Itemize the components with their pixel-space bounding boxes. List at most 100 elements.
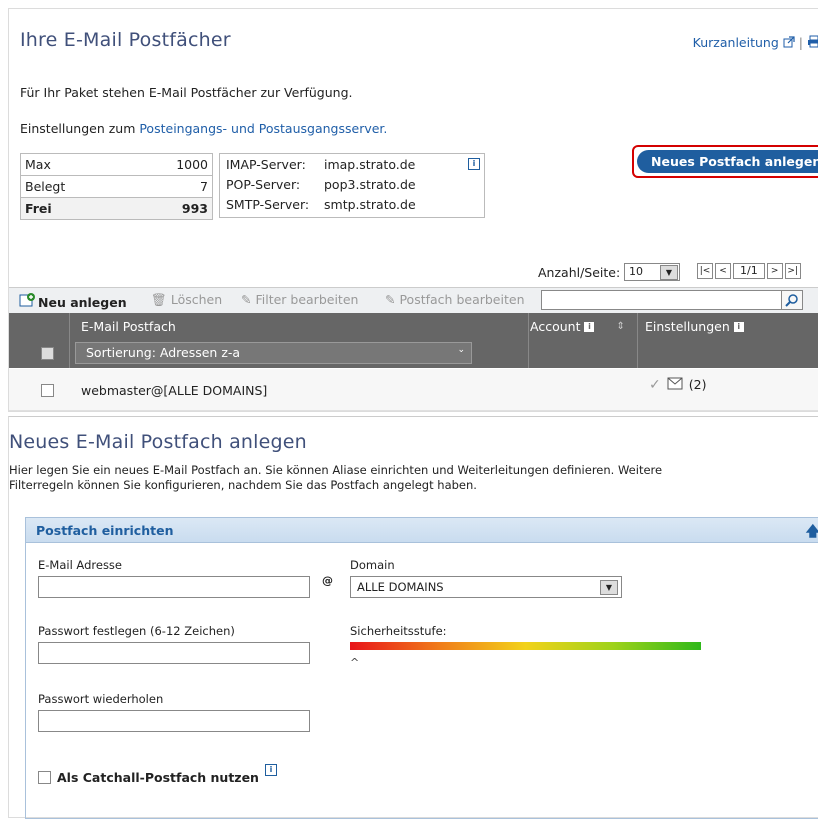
quota-row-free: Frei 993 xyxy=(19,197,213,220)
column-divider xyxy=(637,313,638,368)
page-info: 1/1 xyxy=(733,263,765,279)
column-settings[interactable]: Einstellungen i xyxy=(645,319,744,334)
row-settings-count: (2) xyxy=(688,377,707,392)
password-label: Passwort festlegen (6-12 Zeichen) xyxy=(38,624,235,638)
grid-search-input[interactable] xyxy=(541,290,783,310)
row-checkbox[interactable] xyxy=(41,382,54,401)
at-sign: @ xyxy=(322,574,333,587)
form-intro-line: Filterregeln können Sie konfigurieren, n… xyxy=(9,478,477,492)
server-value: imap.strato.de xyxy=(324,157,416,172)
prev-page-icon[interactable]: < xyxy=(715,263,731,279)
server-label: IMAP-Server: xyxy=(226,157,306,172)
info-icon[interactable]: i xyxy=(468,158,480,170)
next-page-icon[interactable]: > xyxy=(766,263,783,279)
quota-value: 1000 xyxy=(125,153,213,176)
server-settings-text: Einstellungen zum Posteingangs- und Post… xyxy=(20,121,387,136)
last-page-icon[interactable]: >| xyxy=(784,263,801,279)
per-page-label: Anzahl/Seite: xyxy=(538,265,621,280)
help-links: Kurzanleitung | xyxy=(693,33,818,52)
repeat-password-field[interactable] xyxy=(38,710,310,732)
per-page-value: 10 xyxy=(629,265,643,278)
column-settings-label: Einstellungen xyxy=(645,319,730,334)
pager: |< < 1/1 > >| xyxy=(697,263,801,279)
sort-select[interactable]: Sortierung: Adressen z-a ⌄ xyxy=(75,342,472,364)
quota-table: Max 1000 Belegt 7 Frei 993 xyxy=(19,153,213,220)
print-icon[interactable] xyxy=(807,33,818,52)
mail-forward-icon[interactable] xyxy=(667,375,683,394)
checkmark-icon: ✓ xyxy=(649,376,661,393)
chevron-down-icon: ⌄ xyxy=(457,345,465,355)
per-page-select[interactable]: 10 ▼ xyxy=(624,263,680,281)
new-entry-label: Neu anlegen xyxy=(38,294,127,310)
section-header[interactable]: Postfach einrichten 🡅 xyxy=(25,517,818,543)
search-icon[interactable] xyxy=(781,290,803,310)
table-row[interactable]: webmaster@[ALLE DOMAINS] ✓ (2) xyxy=(9,369,818,411)
divider: | xyxy=(798,35,803,50)
select-all-checkbox[interactable] xyxy=(41,347,54,363)
new-entry-icon xyxy=(19,292,35,312)
email-label: E-Mail Adresse xyxy=(38,558,123,572)
column-divider xyxy=(69,313,70,368)
form-intro-line: Hier legen Sie ein neues E-Mail Postfach… xyxy=(9,463,663,477)
delete-action[interactable]: 🗑 Löschen xyxy=(151,292,222,308)
catchall-option[interactable]: Als Catchall-Postfach nutzen i xyxy=(38,763,277,785)
column-account-label: Account xyxy=(530,319,581,334)
domain-value: ALLE DOMAINS xyxy=(357,580,444,594)
sort-arrows-icon[interactable]: ⇕ xyxy=(616,321,624,332)
chevron-down-icon: ▼ xyxy=(600,580,618,595)
quota-label: Belegt xyxy=(19,175,126,198)
collapse-arrow-icon[interactable]: 🡅 xyxy=(806,521,818,545)
server-info-box: IMAP-Server: imap.strato.de POP-Server: … xyxy=(219,153,485,218)
quick-guide-link[interactable]: Kurzanleitung xyxy=(693,35,779,50)
external-link-icon xyxy=(783,33,795,52)
sort-value: Sortierung: Adressen z-a xyxy=(86,345,241,360)
edit-filter-label: Filter bearbeiten xyxy=(255,292,359,307)
quota-value: 7 xyxy=(125,175,213,198)
column-account[interactable]: Account i ⇕ xyxy=(530,319,625,334)
edit-mailbox-action[interactable]: ✎ Postfach bearbeiten xyxy=(385,292,525,307)
row-mailbox[interactable]: webmaster@[ALLE DOMAINS] xyxy=(81,383,267,398)
quota-row-max: Max 1000 xyxy=(19,153,213,176)
security-marker: ^ xyxy=(350,656,360,669)
form-intro: Hier legen Sie ein neues E-Mail Postfach… xyxy=(1,463,662,493)
info-icon[interactable]: i xyxy=(584,321,595,332)
chevron-down-icon: ▼ xyxy=(660,265,678,280)
quota-value: 993 xyxy=(125,197,213,220)
new-mailbox-panel: Neues E-Mail Postfach anlegen Hier legen… xyxy=(8,416,818,819)
page-title: Ihre E-Mail Postfächer xyxy=(20,29,231,51)
pencil-icon: ✎ xyxy=(241,292,252,307)
security-label: Sicherheitsstufe: xyxy=(350,624,447,638)
new-entry-action[interactable]: Neu anlegen xyxy=(19,292,127,312)
server-settings-prefix: Einstellungen zum xyxy=(20,121,140,136)
first-page-icon[interactable]: |< xyxy=(697,263,713,279)
grid-header: E-Mail Postfach Sortierung: Adressen z-a… xyxy=(9,313,818,368)
catchall-label: Als Catchall-Postfach nutzen xyxy=(57,770,259,785)
column-mailbox[interactable]: E-Mail Postfach xyxy=(81,319,176,334)
domain-label: Domain xyxy=(350,558,395,572)
server-settings-link[interactable]: Posteingangs- und Postausgangsserver. xyxy=(139,121,387,136)
info-icon[interactable]: i xyxy=(733,321,744,332)
security-meter xyxy=(350,642,701,650)
repeat-password-label: Passwort wiederholen xyxy=(38,692,164,706)
server-value: pop3.strato.de xyxy=(324,177,416,192)
pencil-icon: ✎ xyxy=(385,292,396,307)
domain-select[interactable]: ALLE DOMAINS ▼ xyxy=(350,576,622,598)
grid-toolbar: Neu anlegen 🗑 Löschen ✎ Filter bearbeite… xyxy=(9,287,818,314)
row-settings: ✓ (2) xyxy=(649,375,706,394)
quota-label: Max xyxy=(19,153,126,176)
catchall-checkbox[interactable] xyxy=(38,771,51,784)
server-label: POP-Server: xyxy=(226,177,301,192)
quota-row-used: Belegt 7 xyxy=(19,175,213,198)
email-field[interactable] xyxy=(38,576,310,598)
info-icon[interactable]: i xyxy=(264,763,277,776)
new-mailbox-button[interactable]: Neues Postfach anlegen xyxy=(637,150,818,173)
mailbox-setup-section: Postfach einrichten 🡅 E-Mail Adresse @ D… xyxy=(25,517,818,819)
form-title: Neues E-Mail Postfach anlegen xyxy=(9,431,307,453)
edit-mailbox-label: Postfach bearbeiten xyxy=(399,292,525,307)
quota-label: Frei xyxy=(19,197,126,220)
intro-text: Für Ihr Paket stehen E-Mail Postfächer z… xyxy=(20,85,353,100)
server-label: SMTP-Server: xyxy=(226,197,310,212)
edit-filter-action[interactable]: ✎ Filter bearbeiten xyxy=(241,292,358,307)
password-field[interactable] xyxy=(38,642,310,664)
column-divider xyxy=(528,313,529,368)
